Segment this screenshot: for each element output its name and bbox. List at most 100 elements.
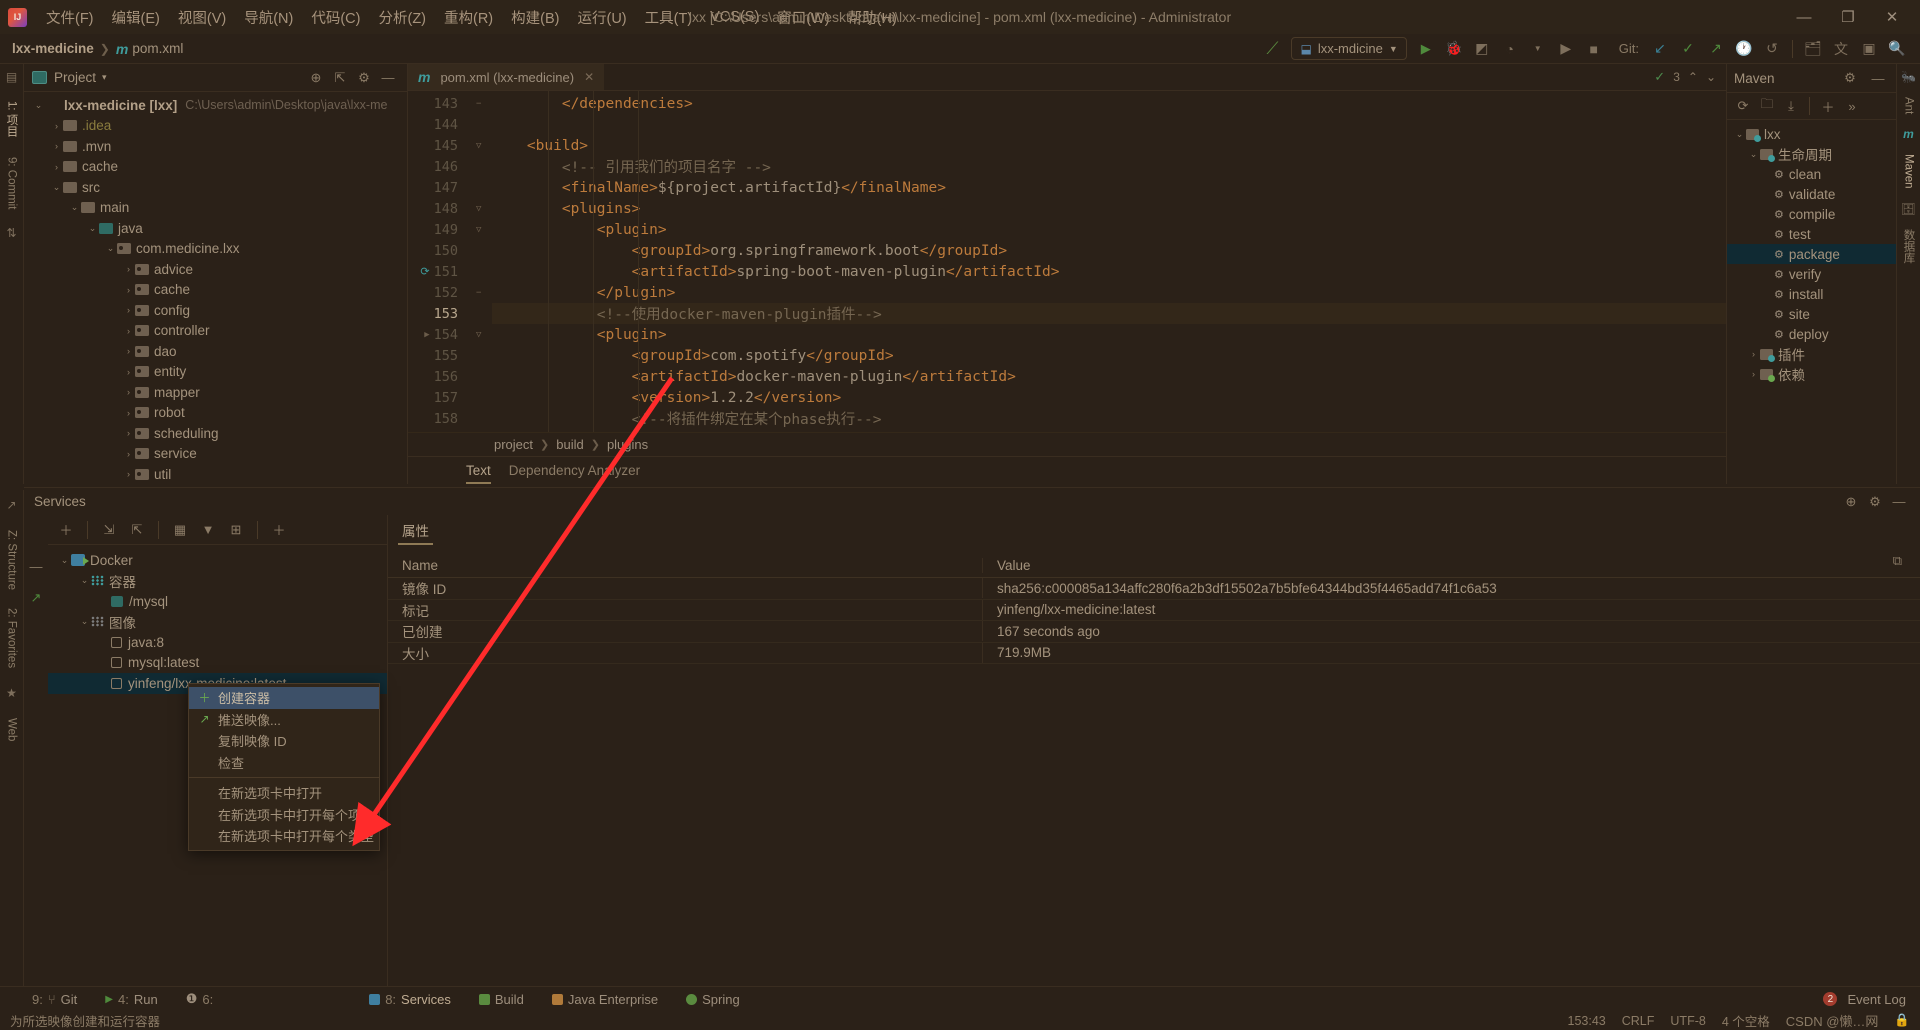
code-line[interactable]: <groupId> com.spotify </groupId> <box>492 345 1726 366</box>
add-maven-project-icon[interactable]: ＋ <box>1817 95 1839 117</box>
project-tree-row[interactable]: ⌄ src <box>24 177 407 198</box>
copy-icon[interactable]: ⧉ <box>1893 553 1902 569</box>
project-tree-row[interactable]: › service <box>24 444 407 465</box>
breadcrumb-plugins-node[interactable]: plugins <box>607 437 648 452</box>
maven-tree-row[interactable]: ⚙ deploy <box>1727 324 1896 344</box>
tree-twisty-icon[interactable]: ⌄ <box>1733 129 1746 140</box>
maven-tree-row[interactable]: ⌄ 生命周期 <box>1727 144 1896 164</box>
indent-setting[interactable]: 4 个空格 <box>1722 1011 1770 1030</box>
project-icon[interactable]: ▤ <box>6 70 17 84</box>
profiler-icon[interactable]: ◔ <box>1497 37 1523 61</box>
code-editor[interactable]: 143− 144 145 ▽ 146 147 148 ▽ 149 ▽ 150 ⟳ 151 152− 153 ▶… <box>408 91 1726 432</box>
tab-properties[interactable]: 属性 <box>398 520 433 545</box>
project-tree-row[interactable]: › .mvn <box>24 136 407 157</box>
maven-tree-row[interactable]: ⚙ install <box>1727 284 1896 304</box>
tree-twisty-icon[interactable]: ⌄ <box>86 223 99 234</box>
caret-position[interactable]: 153:43 <box>1568 1014 1606 1028</box>
settings-icon[interactable]: ⚙ <box>1839 67 1861 89</box>
tree-twisty-icon[interactable]: › <box>50 121 63 131</box>
table-row[interactable]: 已创建 167 seconds ago <box>388 621 1920 643</box>
run-configuration-selector[interactable]: ⬓ lxx-mdicine ▼ <box>1291 37 1407 60</box>
tree-twisty-icon[interactable]: › <box>122 449 135 459</box>
maven-tree-row[interactable]: ⚙ site <box>1727 304 1896 324</box>
tree-twisty-icon[interactable]: › <box>122 408 135 418</box>
table-row[interactable]: 大小 719.9MB <box>388 642 1920 664</box>
inspection-widget[interactable]: ✓ 3 ⌃ ⌄ <box>1654 64 1726 90</box>
more-add-icon[interactable]: ＋ <box>267 519 291 541</box>
tree-twisty-icon[interactable]: › <box>122 285 135 295</box>
menu-refactor[interactable]: 重构(R) <box>435 4 502 31</box>
menu-view[interactable]: 视图(V) <box>169 4 235 31</box>
bottom-tab-run[interactable]: ▶ 4: Run <box>101 990 161 1009</box>
project-tree-row[interactable]: › util <box>24 464 407 484</box>
menu-navigate[interactable]: 导航(N) <box>235 4 302 31</box>
tree-twisty-icon[interactable]: ⌄ <box>78 575 91 586</box>
sidebar-tab-maven[interactable]: Maven <box>1902 151 1916 192</box>
tree-twisty-icon[interactable]: › <box>122 264 135 274</box>
services-tree-row[interactable]: ⌄ Docker <box>48 550 387 571</box>
context-menu-item[interactable]: 在新选项卡中打开每个类型 <box>189 825 379 847</box>
sidebar-tab-structure[interactable]: Z: Structure <box>6 530 18 590</box>
table-row[interactable]: 镜像 ID sha256:c000085a134affc280f6a2b3df15… <box>388 578 1920 600</box>
tree-twisty-icon[interactable]: › <box>122 387 135 397</box>
tree-twisty-icon[interactable]: ⌄ <box>32 100 45 111</box>
breadcrumb-build-node[interactable]: build <box>556 437 583 452</box>
open-in-tab-icon[interactable]: ↗ <box>25 587 47 609</box>
file-encoding[interactable]: UTF-8 <box>1670 1014 1705 1028</box>
tab-text[interactable]: Text <box>466 457 491 484</box>
maven-tree-row[interactable]: ⚙ compile <box>1727 204 1896 224</box>
code-line[interactable]: <finalName> ${project.artifactId} </finalN… <box>492 177 1726 198</box>
tree-twisty-icon[interactable]: ⌄ <box>68 202 81 213</box>
project-tree-row[interactable]: › controller <box>24 321 407 342</box>
tab-dependency-analyzer[interactable]: Dependency Analyzer <box>509 457 640 484</box>
project-tree-row[interactable]: › scheduling <box>24 423 407 444</box>
code-line[interactable]: <executions> <box>492 429 1726 433</box>
profiler-chevron-icon[interactable]: ▼ <box>1525 37 1551 61</box>
menu-help[interactable]: 帮助(H) <box>839 4 906 31</box>
search-everywhere-icon[interactable]: 🔍 <box>1884 37 1910 61</box>
code-line[interactable]: <!--将插件绑定在某个phase执行--> <box>492 408 1726 429</box>
project-tree-row[interactable]: › .idea <box>24 116 407 137</box>
hide-icon[interactable]: — <box>377 67 399 89</box>
maven-tree-row[interactable]: ⌄ lxx <box>1727 124 1896 144</box>
tree-twisty-icon[interactable]: › <box>122 346 135 356</box>
sidebar-tab-commit[interactable]: 9: Commit <box>5 154 19 212</box>
sidebar-tab-web[interactable]: Web <box>6 718 18 741</box>
code-line[interactable]: <build> <box>492 135 1726 156</box>
settings-icon[interactable]: 🗂 <box>1800 37 1826 61</box>
event-log-label[interactable]: Event Log <box>1847 992 1906 1007</box>
maven-tree-row[interactable]: › 插件 <box>1727 344 1896 364</box>
git-commit-icon[interactable]: ✓ <box>1675 37 1701 61</box>
rerun-icon[interactable]: ▶ <box>1553 37 1579 61</box>
pull-request-icon[interactable]: ⇅ <box>6 226 16 240</box>
code-line[interactable]: <plugin> <box>492 219 1726 240</box>
maven-tree-row[interactable]: › 依赖 <box>1727 364 1896 384</box>
project-tree-row[interactable]: › mapper <box>24 382 407 403</box>
context-menu-item[interactable]: ＋ 创建容器 <box>189 687 379 709</box>
download-sources-icon[interactable]: ⤓ <box>1780 95 1802 117</box>
bottom-tab-java-enterprise[interactable]: Java Enterprise <box>548 990 662 1009</box>
code-line[interactable]: <plugins> <box>492 198 1726 219</box>
minimize-button[interactable]: — <box>1782 2 1826 32</box>
tree-twisty-icon[interactable]: ⌄ <box>58 555 71 566</box>
close-icon[interactable]: ✕ <box>584 70 594 84</box>
project-tree-row[interactable]: › config <box>24 300 407 321</box>
sidebar-tab-favorites[interactable]: 2: Favorites <box>6 608 18 668</box>
project-tree-row[interactable]: ⌄ com.medicine.lxx <box>24 239 407 260</box>
generate-sources-icon[interactable]: 🗀 <box>1756 95 1778 117</box>
debug-icon[interactable]: 🐞 <box>1441 37 1467 61</box>
breadcrumb-project-node[interactable]: project <box>494 437 533 452</box>
git-rollback-icon[interactable]: ↺ <box>1759 37 1785 61</box>
git-push-icon[interactable]: ↗ <box>1703 37 1729 61</box>
lock-icon[interactable]: 🔒 <box>1894 1013 1910 1028</box>
ant-icon[interactable]: 🐜 <box>1901 70 1916 84</box>
editor-code-lines[interactable]: </dependencies> <build> <!-- 引用我们的项目名字 -… <box>492 91 1726 432</box>
code-line[interactable]: </plugin> <box>492 282 1726 303</box>
tree-twisty-icon[interactable]: › <box>1747 349 1760 359</box>
menu-tools[interactable]: 工具(T) <box>636 4 702 31</box>
menu-edit[interactable]: 编辑(E) <box>103 4 169 31</box>
tree-twisty-icon[interactable]: ⌄ <box>78 616 91 627</box>
breadcrumb-file[interactable]: pom.xml <box>132 41 183 56</box>
bottom-tab-git[interactable]: 9: ⑂ Git <box>28 990 81 1009</box>
tree-twisty-icon[interactable]: ⌄ <box>1747 149 1760 160</box>
